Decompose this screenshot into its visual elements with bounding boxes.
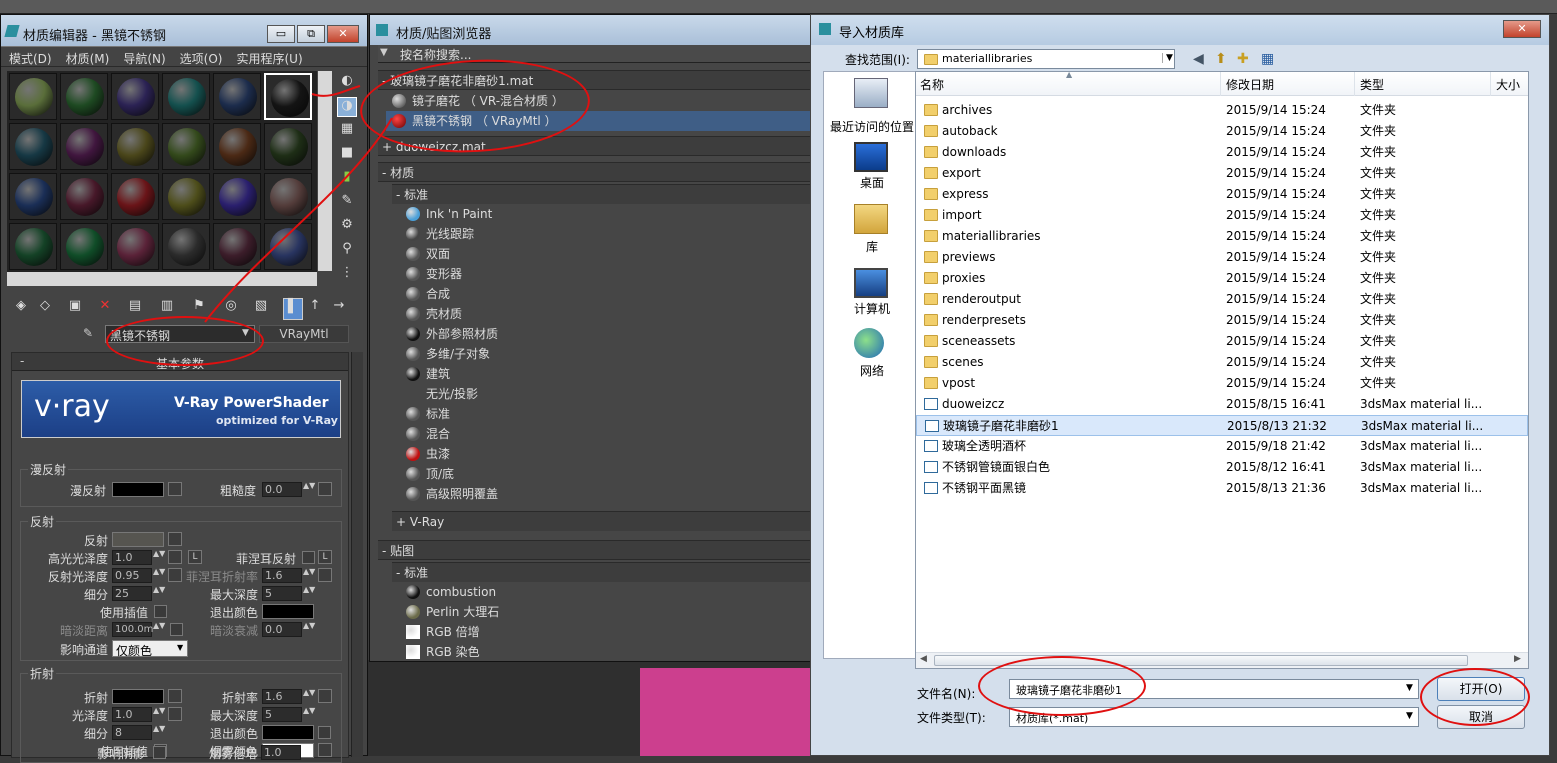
annotation-arrow [311, 85, 361, 97]
annotation-arrows [204, 85, 393, 323]
annotation-arrow [204, 117, 393, 323]
